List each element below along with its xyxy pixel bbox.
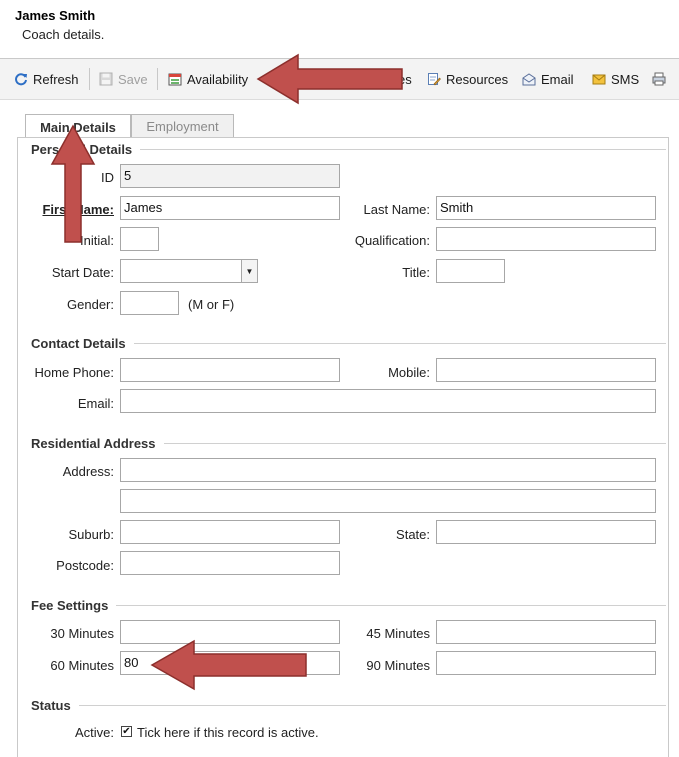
suburb-field[interactable] — [120, 520, 340, 544]
refresh-button[interactable]: Refresh — [14, 59, 79, 99]
fee-60-label: 60 Minutes — [50, 658, 114, 673]
address-line2-field[interactable] — [120, 489, 656, 513]
suburb-label: Suburb: — [68, 527, 114, 542]
state-label: State: — [396, 527, 430, 542]
qualification-label: Qualification: — [354, 233, 430, 248]
start-date-field[interactable] — [120, 259, 242, 283]
sms-label: SMS — [611, 71, 640, 87]
availability-button[interactable]: Availability — [168, 59, 248, 99]
mobile-label: Mobile: — [388, 365, 430, 380]
left-arrow-annotation — [150, 639, 307, 691]
postcode-field[interactable] — [120, 551, 340, 575]
document-edit-icon — [428, 73, 441, 86]
last-name-field[interactable]: Smith — [436, 196, 656, 220]
postcode-label: Postcode: — [56, 558, 114, 573]
address-label: Address: — [62, 464, 114, 479]
save-label: Save — [118, 71, 148, 87]
availability-label: Availability — [187, 71, 249, 87]
id-field: 5 — [120, 164, 340, 188]
floppy-disk-icon — [99, 72, 113, 86]
printer-icon — [652, 72, 666, 86]
title-label: Title: — [402, 265, 430, 280]
title-field[interactable] — [436, 259, 505, 283]
date-dropdown-button[interactable]: ▼ — [241, 259, 258, 283]
resources-button[interactable]: Resources — [427, 59, 508, 99]
page-subtitle: Coach details. — [22, 27, 105, 42]
active-checkbox-text: Tick here if this record is active. — [137, 725, 319, 740]
calendar-icon — [168, 73, 182, 86]
tab-employment[interactable]: Employment — [131, 114, 234, 137]
first-name-field[interactable]: James — [120, 196, 340, 220]
section-contact-details: Contact Details — [31, 336, 134, 351]
initial-field[interactable] — [120, 227, 159, 251]
section-fee-settings: Fee Settings — [31, 598, 117, 613]
state-field[interactable] — [436, 520, 656, 544]
fee-90-field[interactable] — [436, 651, 656, 675]
email-button[interactable]: Email — [522, 59, 574, 99]
resources-label: Resources — [446, 71, 509, 87]
active-label: Active: — [74, 725, 114, 740]
sms-button[interactable]: SMS — [592, 59, 639, 99]
fee-30-label: 30 Minutes — [50, 626, 114, 641]
refresh-icon — [15, 73, 27, 86]
print-button[interactable] — [652, 59, 666, 99]
refresh-label: Refresh — [33, 71, 79, 87]
last-name-label: Last Name: — [363, 202, 430, 217]
home-phone-field[interactable] — [120, 358, 340, 382]
checkmark-icon: ✔ — [122, 726, 131, 737]
fee-45-label: 45 Minutes — [366, 626, 430, 641]
gender-label: Gender: — [67, 297, 114, 312]
fee-45-field[interactable] — [436, 620, 656, 644]
section-divider — [40, 705, 666, 706]
email-label: Email: — [77, 396, 114, 411]
qualification-field[interactable] — [436, 227, 656, 251]
email-field[interactable] — [120, 389, 656, 413]
left-arrow-annotation — [256, 53, 403, 105]
section-status: Status — [31, 698, 79, 713]
open-envelope-icon — [522, 73, 536, 86]
section-residential-address: Residential Address — [31, 436, 164, 451]
fee-90-label: 90 Minutes — [366, 658, 430, 673]
up-arrow-annotation — [50, 124, 96, 243]
section-divider — [40, 605, 666, 606]
chevron-down-icon: ▼ — [245, 266, 254, 276]
active-checkbox[interactable]: ✔ — [121, 726, 132, 737]
gender-hint: (M or F) — [188, 297, 235, 312]
email-label: Email — [541, 71, 574, 87]
page-title: James Smith — [15, 8, 96, 23]
save-button[interactable]: Save — [99, 59, 148, 99]
toolbar-divider — [157, 68, 158, 90]
address-line1-field[interactable] — [120, 458, 656, 482]
home-phone-label: Home Phone: — [34, 365, 115, 380]
start-date-label: Start Date: — [51, 265, 114, 280]
section-divider — [40, 343, 666, 344]
mobile-field[interactable] — [436, 358, 656, 382]
envelope-icon — [592, 74, 606, 85]
gender-field[interactable] — [120, 291, 179, 315]
toolbar-divider — [89, 68, 90, 90]
